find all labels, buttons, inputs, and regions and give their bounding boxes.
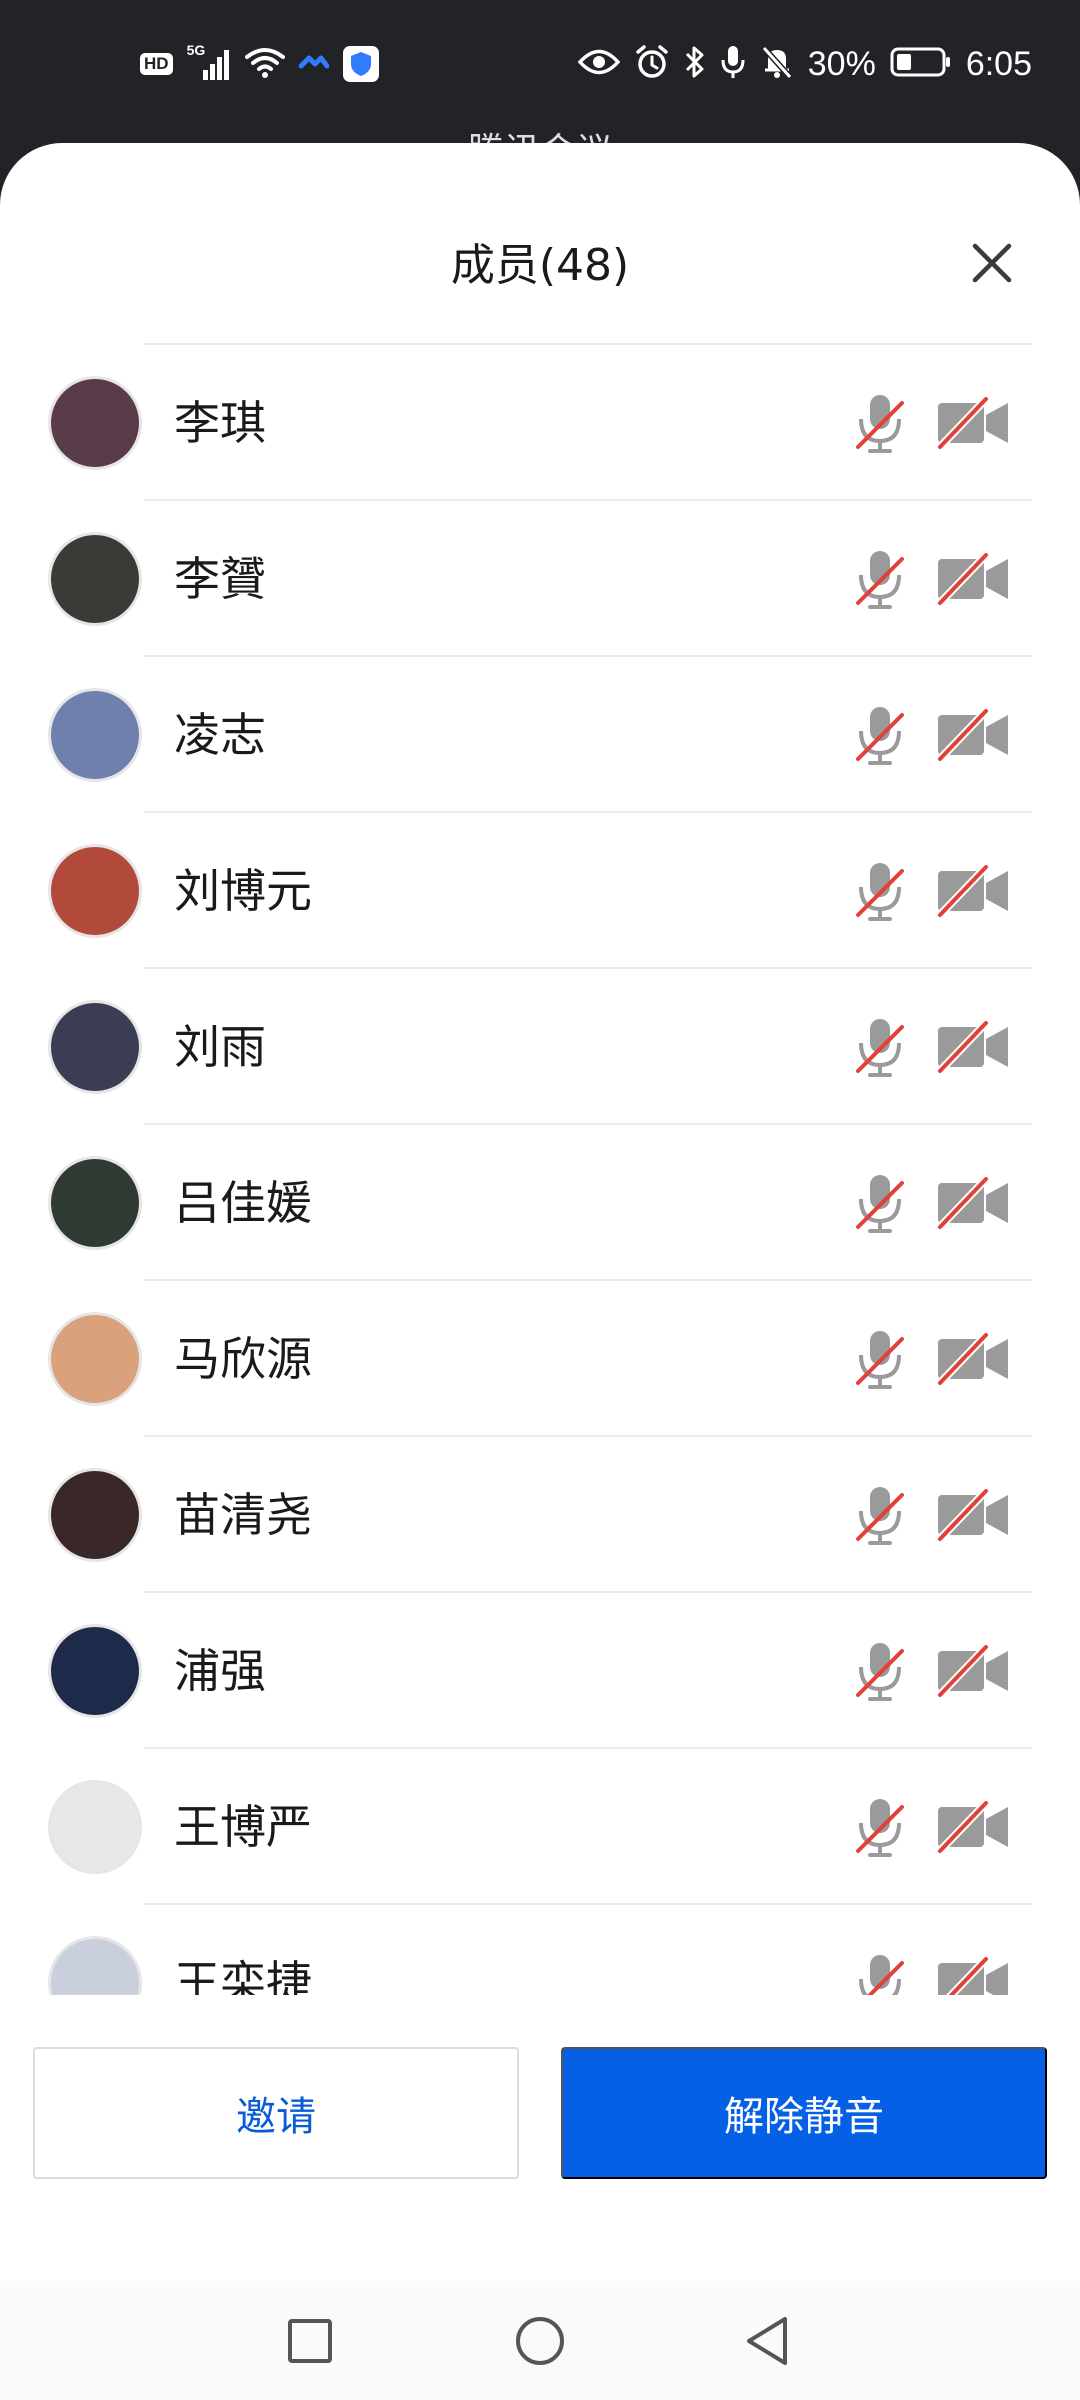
member-name: 李贇: [174, 552, 266, 606]
member-name: 浦强: [174, 1644, 266, 1698]
camera-off-icon[interactable]: [936, 1644, 1010, 1698]
member-name: 马欣源: [174, 1332, 312, 1386]
microphone-muted-icon[interactable]: [854, 391, 906, 455]
status-bar-right: 30% 6:05: [577, 44, 1032, 84]
status-bar-left: HD 5G: [140, 42, 379, 84]
avatar: [48, 1312, 142, 1406]
avatar: [48, 1468, 142, 1562]
meeting-app-icon: [298, 52, 330, 76]
microphone-muted-icon[interactable]: [854, 1327, 906, 1391]
status-bar: HD 5G 30% 6:05: [0, 0, 1080, 172]
back-triangle-icon: [747, 2317, 787, 2365]
member-name: 王博严: [174, 1800, 312, 1854]
hd-badge: HD: [140, 53, 173, 75]
wifi-icon: [244, 45, 285, 83]
close-button[interactable]: [962, 233, 1022, 293]
member-row[interactable]: 刘博元: [0, 813, 1080, 969]
square-icon: [288, 2319, 332, 2363]
microphone-muted-icon[interactable]: [854, 859, 906, 923]
member-row[interactable]: 王博严: [0, 1749, 1080, 1905]
sheet-title: 成员(48): [450, 240, 630, 291]
member-row[interactable]: 浦强: [0, 1593, 1080, 1749]
alarm-icon: [634, 44, 670, 84]
battery-icon: [890, 46, 952, 82]
member-row[interactable]: 凌志: [0, 657, 1080, 813]
member-row[interactable]: 王栾捷: [0, 1905, 1080, 1995]
members-sheet: 成员(48) 李琪李贇凌志刘博元刘雨吕佳媛马欣源苗清尧浦强王博严王栾捷 邀请 解…: [0, 143, 1080, 2400]
microphone-muted-icon[interactable]: [854, 1171, 906, 1235]
eye-icon: [577, 47, 621, 81]
circle-icon: [516, 2317, 564, 2365]
clock: 6:05: [965, 44, 1032, 83]
microphone-muted-icon[interactable]: [854, 1483, 906, 1547]
avatar: [48, 1000, 142, 1094]
member-name: 苗清尧: [174, 1488, 312, 1542]
invite-button[interactable]: 邀请: [33, 2047, 519, 2179]
close-icon: [972, 243, 1012, 283]
avatar: [48, 1936, 142, 1995]
microphone-muted-icon[interactable]: [854, 547, 906, 611]
sheet-header: 成员(48): [0, 143, 1080, 345]
microphone-muted-icon[interactable]: [854, 1795, 906, 1859]
avatar: [48, 376, 142, 470]
microphone-muted-icon[interactable]: [854, 703, 906, 767]
recents-button[interactable]: [270, 2301, 350, 2381]
avatar: [48, 844, 142, 938]
member-name: 刘雨: [174, 1020, 266, 1074]
microphone-muted-icon[interactable]: [854, 1951, 906, 1995]
avatar: [48, 532, 142, 626]
microphone-muted-icon[interactable]: [854, 1639, 906, 1703]
member-row[interactable]: 刘雨: [0, 969, 1080, 1125]
microphone-status-icon: [720, 44, 746, 84]
battery-percent: 30%: [807, 44, 876, 83]
unmute-button[interactable]: 解除静音: [561, 2047, 1047, 2179]
camera-off-icon[interactable]: [936, 1020, 1010, 1074]
bluetooth-icon: [684, 44, 706, 84]
member-list[interactable]: 李琪李贇凌志刘博元刘雨吕佳媛马欣源苗清尧浦强王博严王栾捷: [0, 345, 1080, 1995]
cellular-signal-icon: 5G: [187, 42, 231, 82]
member-name: 王栾捷: [174, 1956, 312, 1995]
avatar: [48, 1624, 142, 1718]
member-row[interactable]: 李贇: [0, 501, 1080, 657]
camera-off-icon[interactable]: [936, 1800, 1010, 1854]
camera-off-icon[interactable]: [936, 552, 1010, 606]
member-row[interactable]: 苗清尧: [0, 1437, 1080, 1593]
security-shield-icon: [342, 46, 379, 82]
avatar: [48, 1780, 142, 1874]
member-row[interactable]: 马欣源: [0, 1281, 1080, 1437]
member-row[interactable]: 吕佳媛: [0, 1125, 1080, 1281]
camera-off-icon[interactable]: [936, 1176, 1010, 1230]
microphone-muted-icon[interactable]: [854, 1015, 906, 1079]
back-button[interactable]: [728, 2301, 808, 2381]
avatar: [48, 1156, 142, 1250]
navigation-bar: [0, 2281, 1080, 2400]
camera-off-icon[interactable]: [936, 1956, 1010, 1995]
camera-off-icon[interactable]: [936, 396, 1010, 450]
member-name: 李琪: [174, 396, 266, 450]
camera-off-icon[interactable]: [936, 864, 1010, 918]
do-not-disturb-icon: [760, 44, 794, 84]
member-row[interactable]: 李琪: [0, 345, 1080, 501]
camera-off-icon[interactable]: [936, 708, 1010, 762]
member-name: 凌志: [174, 708, 266, 762]
member-name: 刘博元: [174, 864, 312, 918]
camera-off-icon[interactable]: [936, 1488, 1010, 1542]
member-name: 吕佳媛: [174, 1176, 312, 1230]
home-button[interactable]: [500, 2301, 580, 2381]
avatar: [48, 688, 142, 782]
camera-off-icon[interactable]: [936, 1332, 1010, 1386]
